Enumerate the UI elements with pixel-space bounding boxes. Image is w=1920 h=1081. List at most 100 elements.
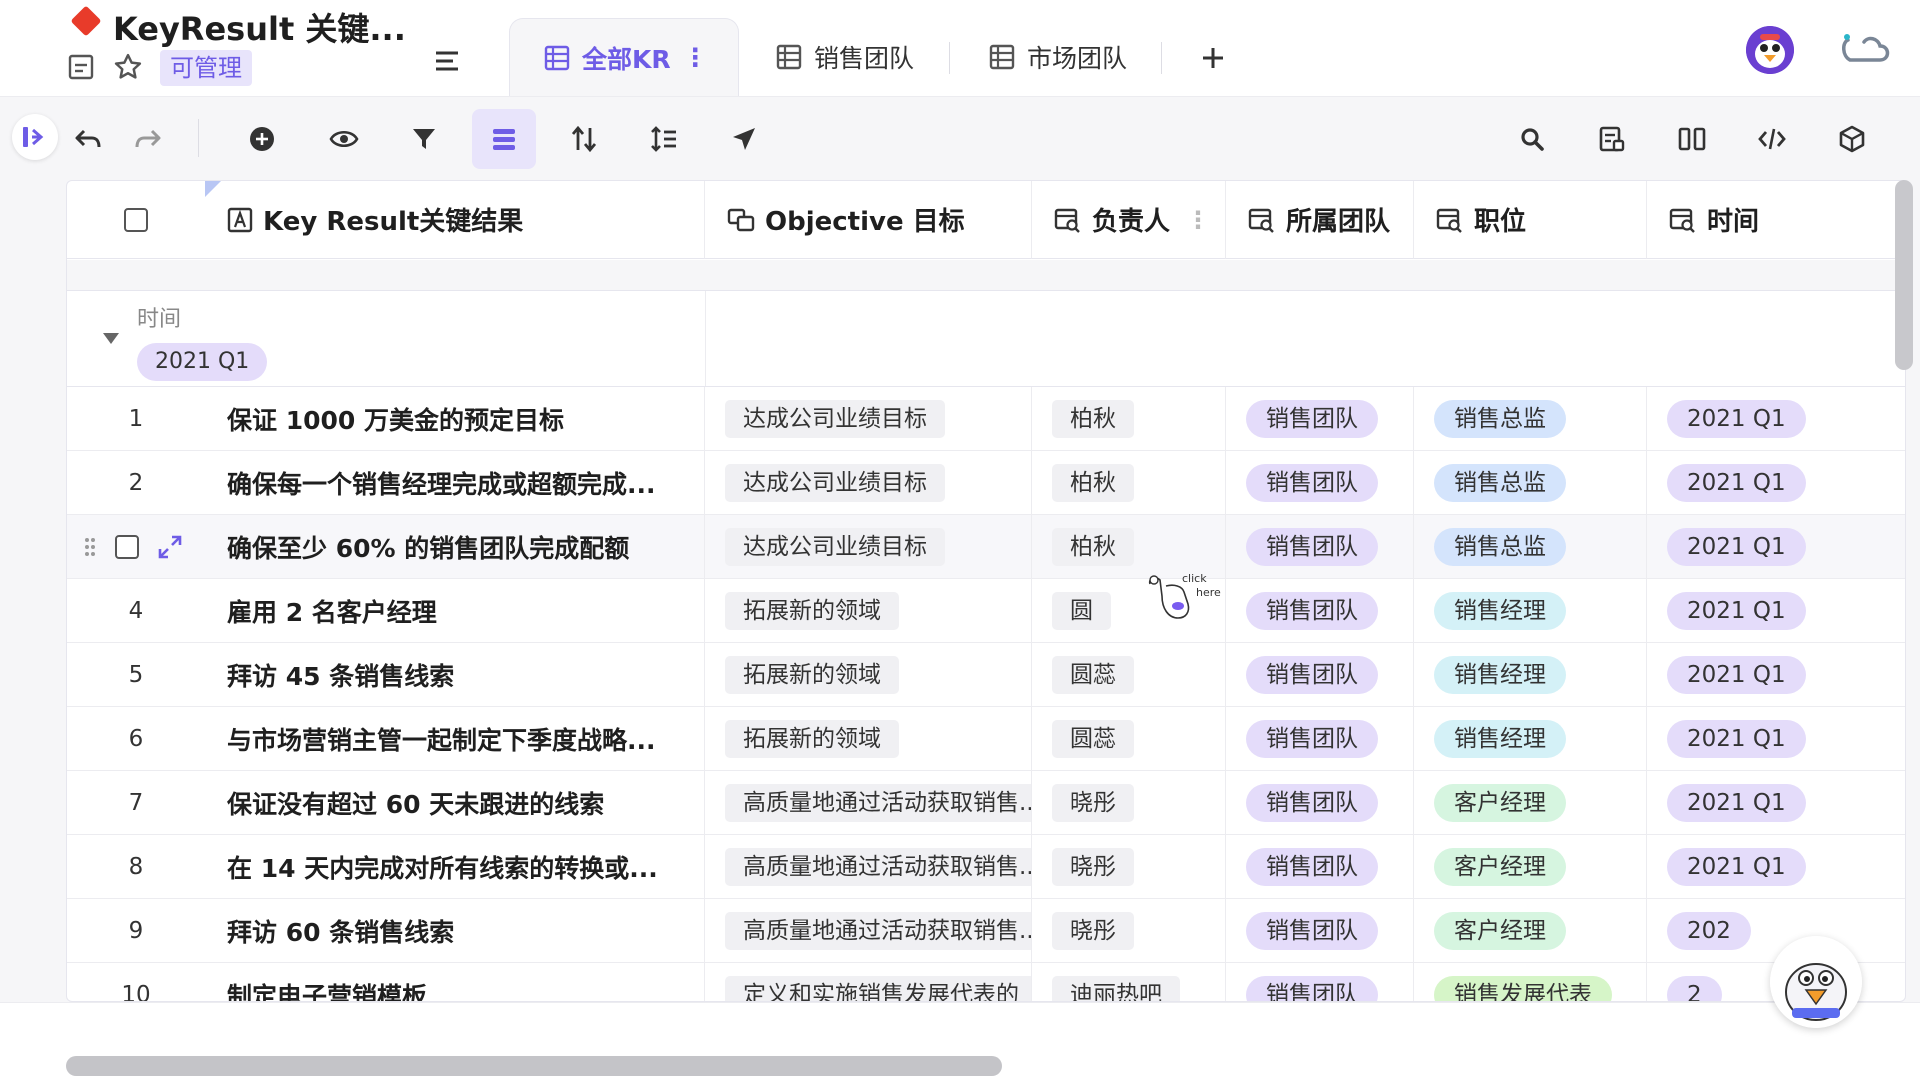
user-avatar[interactable] [1746, 26, 1794, 74]
row-index-cell[interactable]: 5 [67, 643, 205, 706]
expand-record-icon[interactable] [157, 534, 183, 560]
row-index-cell[interactable]: 7 [67, 771, 205, 834]
position-cell[interactable]: 销售经理 [1414, 579, 1647, 642]
share-send-button[interactable] [712, 109, 776, 169]
row-index-cell[interactable]: 9 [67, 899, 205, 962]
undo-button[interactable] [56, 109, 120, 169]
key-result-cell[interactable]: 保证没有超过 60 天未跟进的线索 [205, 771, 705, 834]
objective-cell[interactable]: 拓展新的领域 [705, 707, 1032, 770]
key-result-cell[interactable]: 雇用 2 名客户经理 [205, 579, 705, 642]
row-index-cell[interactable] [67, 515, 205, 578]
team-cell[interactable]: 销售团队 [1226, 771, 1414, 834]
time-cell[interactable]: 2021 Q1 [1647, 451, 1905, 514]
drag-handle-icon[interactable] [83, 536, 97, 558]
select-all-checkbox[interactable] [124, 207, 148, 232]
objective-cell[interactable]: 拓展新的领域 [705, 643, 1032, 706]
menu-icon[interactable] [428, 42, 466, 80]
row-height-button[interactable] [632, 109, 696, 169]
team-cell[interactable]: 销售团队 [1226, 579, 1414, 642]
row-checkbox[interactable] [115, 534, 139, 559]
time-cell[interactable]: 2021 Q1 [1647, 579, 1905, 642]
owner-cell[interactable]: 圆蕊 [1032, 643, 1226, 706]
position-cell[interactable]: 销售发展代表 [1414, 963, 1647, 1001]
owner-cell[interactable]: 圆蕊 [1032, 707, 1226, 770]
team-cell[interactable]: 销售团队 [1226, 451, 1414, 514]
row-index-cell[interactable]: 10 [67, 963, 205, 1002]
position-cell[interactable]: 销售总监 [1414, 515, 1647, 578]
table-row[interactable]: 6 与市场营销主管一起制定下季度战略... 拓展新的领域 圆蕊 销售团队 销售经理 2021… [67, 707, 1905, 771]
key-result-cell[interactable]: 确保每一个销售经理完成或超额完成... [205, 451, 705, 514]
owner-cell[interactable]: 晓彤 [1032, 899, 1226, 962]
key-result-cell[interactable]: 在 14 天内完成对所有线索的转换或... [205, 835, 705, 898]
tab-all-kr[interactable]: 全部KR ⋮ [509, 18, 739, 96]
time-cell[interactable]: 2021 Q1 [1647, 643, 1905, 706]
table-row[interactable]: 10 制定电子营销模板 定义和实施销售发展代表的 迪丽热吧 销售团队 销售发展代表 2 [67, 963, 1905, 1002]
objective-cell[interactable]: 达成公司业绩目标 [705, 515, 1032, 578]
key-result-cell[interactable]: 与市场营销主管一起制定下季度战略... [205, 707, 705, 770]
sidebar-expand-button[interactable] [12, 114, 58, 160]
more-vertical-icon[interactable]: ⋮ [683, 43, 708, 72]
owner-cell[interactable]: 晓彤 [1032, 835, 1226, 898]
form-view-button[interactable] [1580, 109, 1644, 169]
table-row[interactable]: 9 拜访 60 条销售线索 高质量地通过活动获取销售... 晓彤 销售团队 客户经理 202 [67, 899, 1905, 963]
objective-cell[interactable]: 高质量地通过活动获取销售... [705, 899, 1032, 962]
owner-cell[interactable]: 晓彤 [1032, 771, 1226, 834]
row-index-cell[interactable]: 8 [67, 835, 205, 898]
team-cell[interactable]: 销售团队 [1226, 515, 1414, 578]
row-index-cell[interactable]: 2 [67, 451, 205, 514]
objective-cell[interactable]: 达成公司业绩目标 [705, 387, 1032, 450]
table-row[interactable]: 5 拜访 45 条销售线索 拓展新的领域 圆蕊 销售团队 销售经理 2021 Q1 [67, 643, 1905, 707]
widget-cube-button[interactable] [1820, 109, 1884, 169]
objective-cell[interactable]: 定义和实施销售发展代表的 [705, 963, 1032, 1001]
table-row[interactable]: 1 保证 1000 万美金的预定目标 达成公司业绩目标 柏秋 销售团队 销售总监 2021 … [67, 387, 1905, 451]
row-index-cell[interactable]: 4 [67, 579, 205, 642]
column-header-team[interactable]: 所属团队 [1226, 181, 1414, 259]
owner-cell[interactable]: 柏秋 [1032, 387, 1226, 450]
key-result-cell[interactable]: 确保至少 60% 的销售团队完成配额 [205, 515, 705, 578]
app-title[interactable]: KeyResult 关键... [113, 4, 406, 50]
hide-fields-button[interactable] [312, 109, 376, 169]
star-icon[interactable] [111, 50, 145, 84]
table-row[interactable]: 2 确保每一个销售经理完成或超额完成... 达成公司业绩目标 柏秋 销售团队 销售总监 20… [67, 451, 1905, 515]
table-row[interactable]: 确保至少 60% 的销售团队完成配额 达成公司业绩目标 柏秋 销售团队 销售总监 2021… [67, 515, 1905, 579]
api-code-button[interactable] [1740, 109, 1804, 169]
time-cell[interactable]: 2021 Q1 [1647, 707, 1905, 770]
horizontal-scrollbar[interactable] [66, 1056, 1002, 1076]
key-result-cell[interactable]: 制定电子营销模板 [205, 963, 705, 1001]
tab-sales-team[interactable]: 销售团队 [776, 18, 914, 96]
time-cell[interactable]: 202 [1647, 899, 1905, 962]
table-row[interactable]: 4 雇用 2 名客户经理 拓展新的领域 圆 销售团队 销售经理 2021 Q1 [67, 579, 1905, 643]
position-cell[interactable]: 销售经理 [1414, 707, 1647, 770]
filter-button[interactable] [392, 109, 456, 169]
key-result-cell[interactable]: 保证 1000 万美金的预定目标 [205, 387, 705, 450]
group-button[interactable] [472, 109, 536, 169]
team-cell[interactable]: 销售团队 [1226, 963, 1414, 1001]
help-assistant-mascot[interactable] [1770, 936, 1862, 1028]
time-cell[interactable]: 2021 Q1 [1647, 387, 1905, 450]
time-cell[interactable]: 2021 Q1 [1647, 835, 1905, 898]
owner-cell[interactable]: 迪丽热吧 [1032, 963, 1226, 1001]
team-cell[interactable]: 销售团队 [1226, 643, 1414, 706]
add-view-button[interactable] [1194, 39, 1232, 77]
owner-cell[interactable]: 柏秋 [1032, 451, 1226, 514]
objective-cell[interactable]: 高质量地通过活动获取销售... [705, 835, 1032, 898]
position-cell[interactable]: 销售总监 [1414, 451, 1647, 514]
team-cell[interactable]: 销售团队 [1226, 835, 1414, 898]
description-icon[interactable] [64, 50, 98, 84]
search-button[interactable] [1500, 109, 1564, 169]
more-vertical-icon[interactable]: ⋮ [1186, 206, 1210, 234]
team-cell[interactable]: 销售团队 [1226, 899, 1414, 962]
position-cell[interactable]: 销售总监 [1414, 387, 1647, 450]
collapse-caret-icon[interactable] [103, 333, 119, 344]
key-result-cell[interactable]: 拜访 45 条销售线索 [205, 643, 705, 706]
column-header-position[interactable]: 职位 [1414, 181, 1647, 259]
column-header-key-result[interactable]: Key Result关键结果 [205, 181, 705, 259]
objective-cell[interactable]: 高质量地通过活动获取销售... [705, 771, 1032, 834]
add-record-button[interactable] [230, 109, 294, 169]
position-cell[interactable]: 客户经理 [1414, 835, 1647, 898]
redo-button[interactable] [116, 109, 180, 169]
team-cell[interactable]: 销售团队 [1226, 707, 1414, 770]
objective-cell[interactable]: 达成公司业绩目标 [705, 451, 1032, 514]
cloud-sync-icon[interactable] [1838, 28, 1892, 68]
tab-market-team[interactable]: 市场团队 [989, 18, 1127, 96]
